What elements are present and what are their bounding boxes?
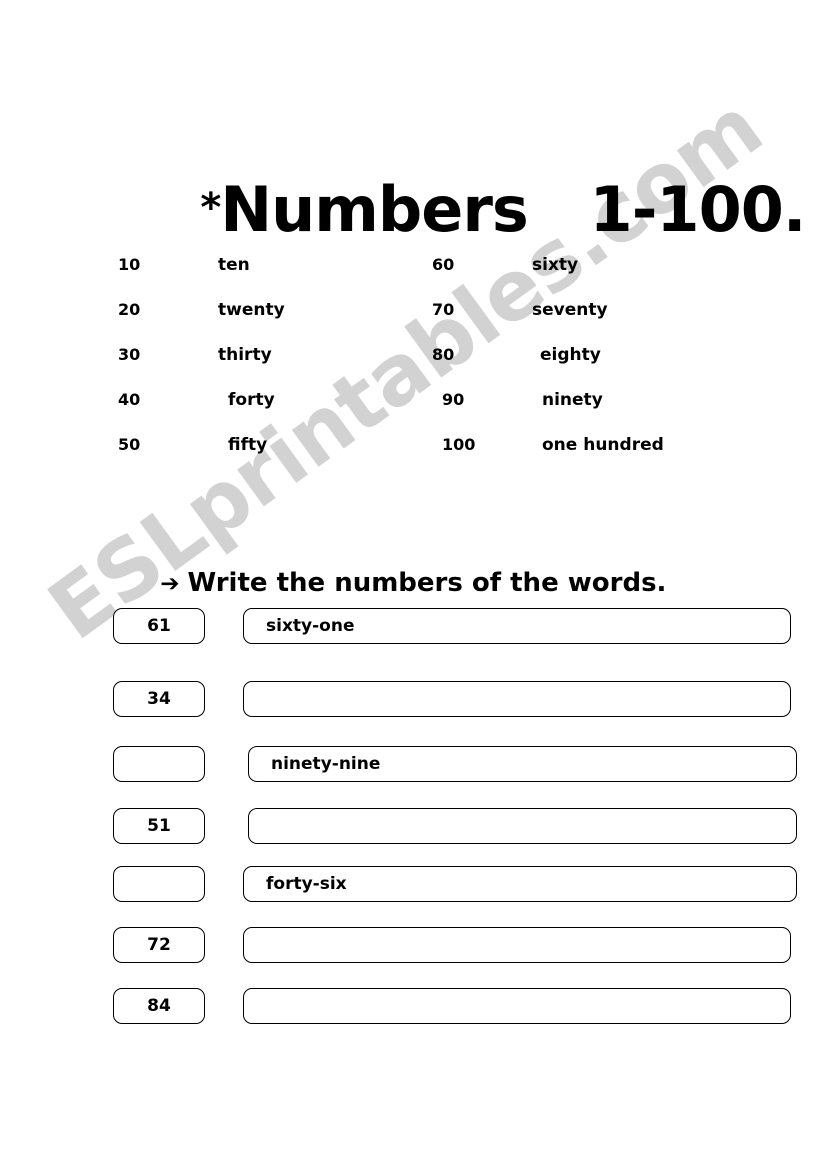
table-cell-word: seventy bbox=[532, 300, 608, 320]
title-star-icon: * bbox=[200, 185, 221, 231]
table-row: 50 fifty 100 one hundred bbox=[118, 435, 778, 480]
table-cell-number: 70 bbox=[432, 300, 455, 319]
table-row: 20 twenty 70 seventy bbox=[118, 300, 778, 345]
table-cell-number: 30 bbox=[118, 345, 141, 364]
answer-number-box-4[interactable]: 51 bbox=[113, 808, 205, 844]
table-cell-word: one hundred bbox=[542, 435, 664, 455]
table-cell-word: twenty bbox=[218, 300, 285, 320]
table-cell-number: 20 bbox=[118, 300, 141, 319]
table-cell-word: eighty bbox=[540, 345, 601, 365]
answer-word-box-4[interactable] bbox=[248, 808, 797, 844]
answer-word-box-3[interactable]: ninety-nine bbox=[248, 746, 797, 782]
table-cell-word: fifty bbox=[228, 435, 268, 455]
table-row: 40 forty 90 ninety bbox=[118, 390, 778, 435]
title-text: Numbers 1-100. bbox=[220, 173, 806, 246]
answer-number-box-5[interactable] bbox=[113, 866, 205, 902]
table-cell-word: thirty bbox=[218, 345, 272, 365]
instruction-text: Write the numbers of the words. bbox=[187, 568, 667, 598]
table-cell-word: ten bbox=[218, 255, 250, 275]
table-row: 30 thirty 80 eighty bbox=[118, 345, 778, 390]
answer-word-box-7[interactable] bbox=[243, 988, 791, 1024]
numbers-reference-table: 10 ten 60 sixty 20 twenty 70 seventy 30 … bbox=[118, 255, 778, 480]
answer-word-box-6[interactable] bbox=[243, 927, 791, 963]
table-cell-word: sixty bbox=[532, 255, 579, 275]
answer-word-box-5[interactable]: forty-six bbox=[243, 866, 797, 902]
answer-number-box-2[interactable]: 34 bbox=[113, 681, 205, 717]
table-cell-number: 90 bbox=[442, 390, 465, 409]
arrow-right-icon: ➔ bbox=[160, 571, 180, 597]
answer-number-box-6[interactable]: 72 bbox=[113, 927, 205, 963]
worksheet-page: ESLprintables.com *Numbers 1-100. 10 ten… bbox=[0, 0, 821, 1169]
table-cell-number: 40 bbox=[118, 390, 141, 409]
answer-word-box-2[interactable] bbox=[243, 681, 791, 717]
table-cell-word: forty bbox=[228, 390, 275, 410]
table-cell-number: 60 bbox=[432, 255, 455, 274]
table-cell-number: 10 bbox=[118, 255, 141, 274]
table-cell-number: 80 bbox=[432, 345, 455, 364]
table-cell-number: 50 bbox=[118, 435, 141, 454]
answer-number-box-1[interactable]: 61 bbox=[113, 608, 205, 644]
answer-number-box-7[interactable]: 84 bbox=[113, 988, 205, 1024]
answer-word-box-1[interactable]: sixty-one bbox=[243, 608, 791, 644]
table-cell-number: 100 bbox=[442, 435, 476, 454]
answer-number-box-3[interactable] bbox=[113, 746, 205, 782]
table-cell-word: ninety bbox=[542, 390, 603, 410]
table-row: 10 ten 60 sixty bbox=[118, 255, 778, 300]
